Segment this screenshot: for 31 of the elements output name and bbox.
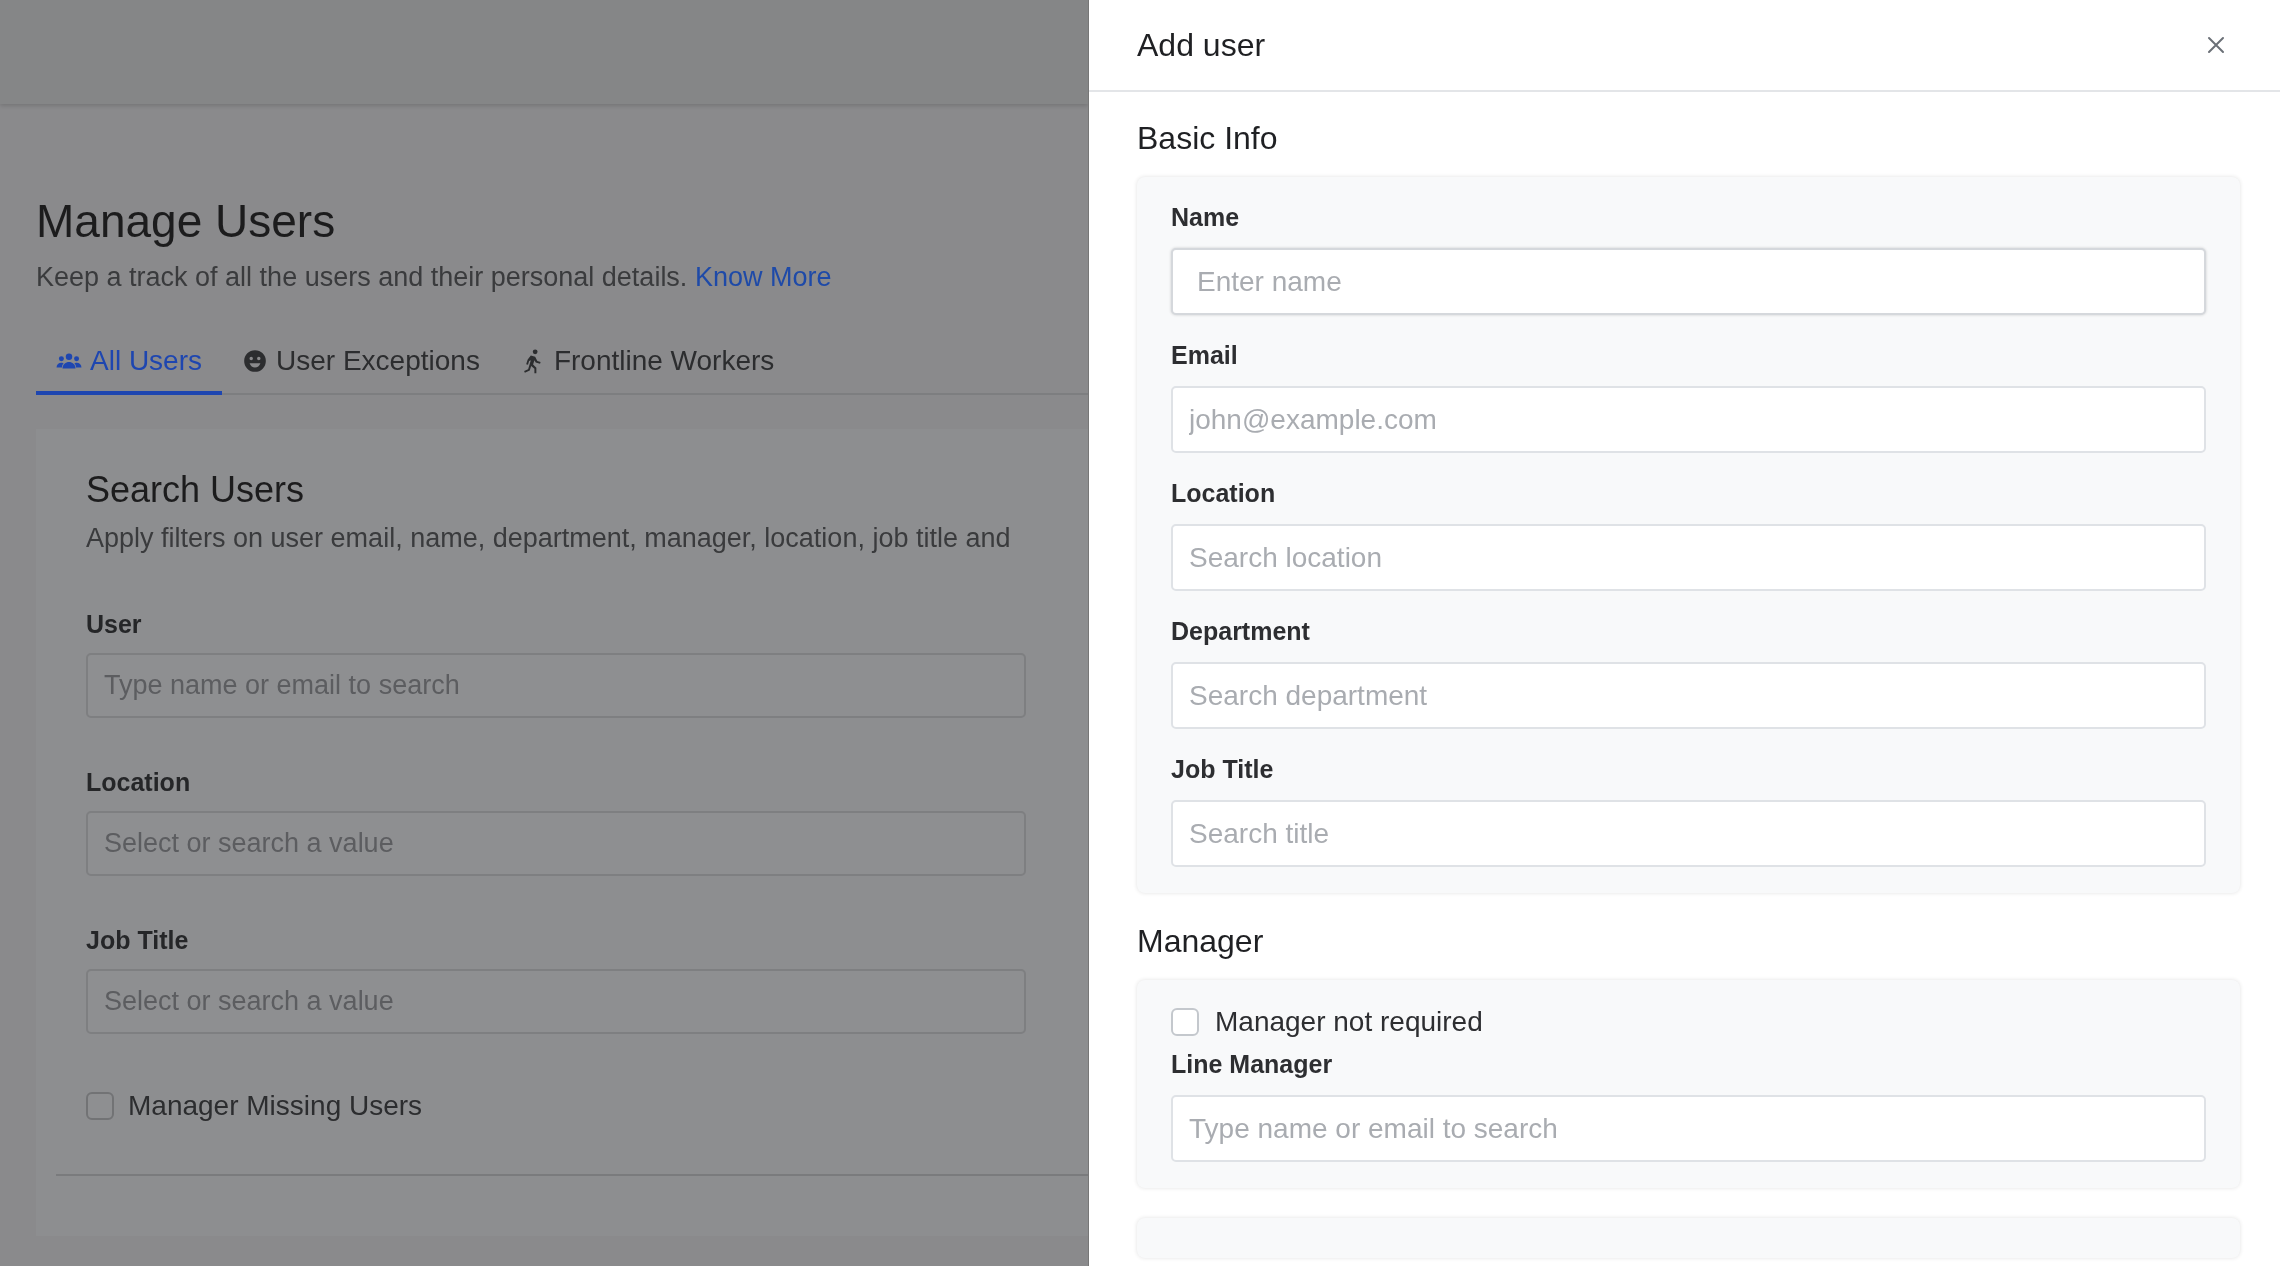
input-field[interactable]: Type name or email to search [1171,1095,2206,1162]
field-label: Department [1171,617,1311,646]
field-label: Location [86,768,192,797]
input-field[interactable]: john@example.com [1171,386,2206,453]
field-label: Email [1171,341,1239,370]
field-label: User [86,610,143,639]
checkbox[interactable] [86,1092,114,1120]
section-title: Basic Info [1137,120,1279,157]
checkbox[interactable] [1171,1008,1199,1036]
tab[interactable]: User Exceptions [222,333,500,395]
field-label: Location [1171,479,1277,508]
know-more-link[interactable]: Know More [694,262,832,292]
section-title: Manager [1137,923,1265,960]
input-field[interactable]: Search location [1171,524,2206,591]
field-label: Job Title [1171,755,1275,784]
input-field[interactable]: Enter name [1171,248,2206,315]
field-label: Job Title [86,926,190,955]
checkbox-label: Manager Missing Users [128,1090,423,1122]
field-label: Name [1171,203,1241,232]
input-field[interactable]: Search title [1171,800,2206,867]
page-title: Manage Users [36,194,337,248]
tab[interactable]: Frontline Workers [499,333,795,395]
panel-description: Apply filters on user email, name, department, manager, location, job title and [86,523,1012,554]
page-subtitle: Keep a track of all the users and their personal details. Know More [36,262,833,293]
field-label: Line Manager [1171,1050,1334,1079]
tab[interactable]: All Users [36,333,222,395]
checkbox-label: Manager not required [1215,1006,1483,1038]
smiley-icon [242,348,268,374]
input-field[interactable]: Search department [1171,662,2206,729]
drawer-title: Add user [1137,26,1266,64]
panel-title: Search Users [86,469,306,511]
